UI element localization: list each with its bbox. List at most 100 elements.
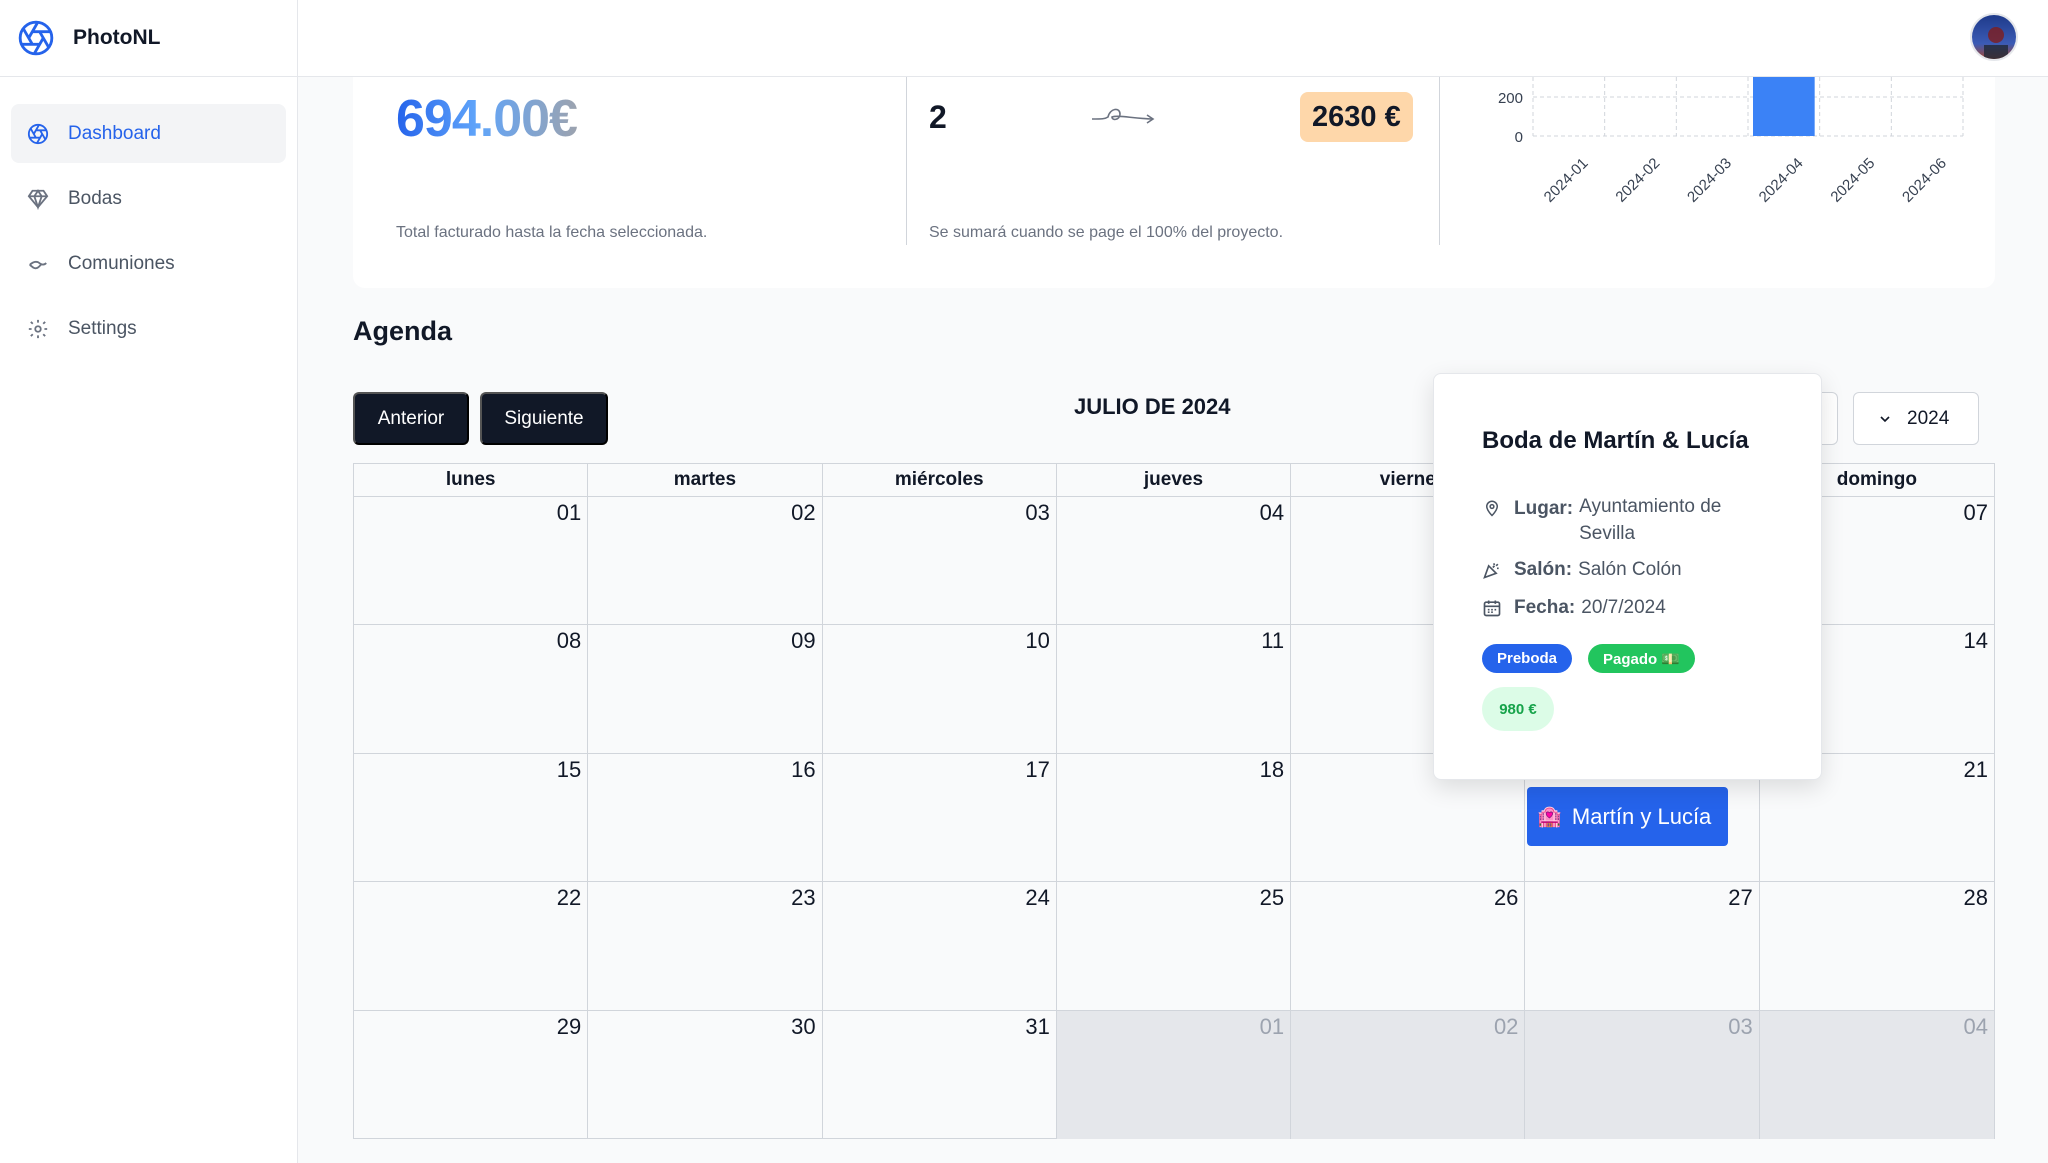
day-number: 25 (1259, 885, 1285, 911)
day-number: 24 (1025, 885, 1050, 911)
y-tick-label: 200 (1498, 90, 1523, 107)
divider (1439, 77, 1440, 245)
calendar-day[interactable]: 11 (1056, 625, 1292, 754)
day-number: 31 (1025, 1013, 1050, 1039)
y-tick-label: 0 (1515, 129, 1523, 146)
x-tick-label: 2024-05 (1827, 155, 1878, 206)
day-number: 09 (791, 628, 816, 654)
calendar-day[interactable]: 09 (588, 625, 823, 754)
calendar-day[interactable]: 04 (1056, 497, 1292, 626)
total-billed-value: 694.00€ (396, 90, 578, 148)
day-number: 26 (1493, 885, 1519, 911)
x-tick-label: 2024-02 (1612, 155, 1663, 206)
pending-caption: Se sumará cuando se page el 100% del pro… (929, 224, 1284, 241)
status-badge: Pagado 💵 (1588, 644, 1696, 673)
day-number: 23 (791, 885, 816, 911)
venue-value: Salón Colón (1578, 559, 1682, 580)
day-number: 15 (556, 756, 582, 782)
day-number: 16 (791, 756, 816, 782)
day-number: 22 (556, 885, 582, 911)
day-number: 21 (1963, 756, 1988, 782)
main-nav: Dashboard Bodas Comuniones Settings (0, 77, 297, 358)
calendar-day[interactable]: 24 (822, 882, 1057, 1011)
calendar-day[interactable]: 15 (354, 753, 589, 883)
agenda-title: Agenda (353, 316, 453, 346)
calendar-event[interactable]: 🏩 Martín y Lucía (1527, 787, 1728, 846)
avatar[interactable] (1970, 13, 2018, 61)
calendar-day[interactable]: 10 (822, 625, 1057, 754)
calendar-day-other-month[interactable]: 03 (1525, 1010, 1760, 1139)
brand[interactable]: PhotoNL (0, 0, 297, 77)
day-number: 18 (1259, 756, 1285, 782)
day-number: 28 (1963, 885, 1988, 911)
x-tick-label: 2024-04 (1756, 155, 1807, 206)
day-number: 04 (1963, 1013, 1988, 1039)
calendar-day-other-month[interactable]: 04 (1759, 1010, 1994, 1139)
calendar-day[interactable]: 16 (588, 753, 823, 883)
pending-count: 2 (929, 99, 947, 135)
calendar-day[interactable]: 22 (354, 882, 589, 1011)
next-button[interactable]: Siguiente (480, 392, 608, 445)
day-number: 01 (556, 500, 582, 525)
nav-label: Dashboard (68, 122, 161, 144)
calendar-day[interactable]: 26 (1291, 882, 1526, 1011)
day-number: 04 (1259, 500, 1285, 525)
calendar-icon (1482, 597, 1502, 619)
calendar-day[interactable]: 28 (1759, 882, 1994, 1011)
calendar-day[interactable]: 03 (822, 497, 1057, 626)
calendar-day[interactable]: 08 (354, 625, 589, 754)
pending-amount-badge: 2630 € (1300, 92, 1413, 142)
revenue-mini-chart: 200 0 2024-01 2024-02 2024-03 2024-04 2024-05 2… (1498, 77, 1964, 206)
aperture-logo-icon (18, 20, 54, 56)
nav-item-comuniones[interactable]: Comuniones (11, 234, 286, 293)
popover-venue-row: Salón: Salón Colón (1482, 559, 1682, 581)
weekday-header: martes (588, 464, 823, 496)
calendar-day[interactable]: 23 (588, 882, 823, 1011)
nav-item-dashboard[interactable]: Dashboard (11, 104, 286, 163)
day-number: 11 (1261, 628, 1285, 654)
nav-label: Comuniones (68, 252, 175, 274)
topbar (298, 0, 2048, 77)
day-number: 02 (791, 500, 816, 525)
calendar-day[interactable]: 18 (1056, 753, 1292, 883)
calendar-day[interactable]: 17 (822, 753, 1057, 883)
calendar-day[interactable]: 25 (1056, 882, 1292, 1011)
party-popper-icon (1482, 559, 1502, 581)
total-billed-caption: Total facturado hasta la fecha seleccion… (396, 224, 708, 241)
x-tick-label: 2024-06 (1899, 155, 1950, 206)
nav-label: Settings (68, 317, 137, 339)
calendar-day[interactable]: 01 (354, 497, 589, 626)
x-tick-label: 2024-03 (1684, 155, 1735, 206)
divider (906, 77, 907, 245)
calendar-day[interactable]: 02 (588, 497, 823, 626)
venue-label: Salón: (1514, 559, 1573, 580)
diamond-icon (27, 188, 49, 210)
brand-name: PhotoNL (73, 26, 161, 49)
day-number: 03 (1025, 500, 1050, 525)
calendar-day[interactable]: 30 (588, 1010, 823, 1139)
calendar-day-other-month[interactable]: 02 (1291, 1010, 1526, 1139)
day-number: 08 (556, 628, 582, 654)
event-label: Martín y Lucía (1571, 803, 1712, 829)
year-select[interactable]: 2024 (1853, 392, 1979, 445)
aperture-icon (27, 123, 49, 145)
gear-icon (27, 318, 49, 340)
love-hotel-icon: 🏩 (1537, 806, 1562, 828)
calendar-day-other-month[interactable]: 01 (1056, 1010, 1292, 1139)
day-number: 14 (1963, 628, 1988, 654)
calendar-day[interactable]: 27 (1525, 882, 1760, 1011)
nav-item-settings[interactable]: Settings (11, 299, 286, 358)
previous-button[interactable]: Anterior (353, 392, 469, 445)
bar (1753, 77, 1815, 136)
day-number: 02 (1493, 1013, 1519, 1039)
calendar-day[interactable]: 29 (354, 1010, 589, 1139)
calendar-day[interactable]: 31 (823, 1010, 1057, 1139)
nav-item-bodas[interactable]: Bodas (11, 169, 286, 228)
popover-location-row: Lugar: Ayuntamiento de Sevilla (1482, 493, 1749, 547)
weekday-header: lunes (354, 464, 589, 496)
chevron-down-icon (1880, 415, 1890, 422)
handshake-icon (27, 253, 49, 275)
date-label: Fecha: (1514, 597, 1576, 618)
day-number: 01 (1259, 1013, 1285, 1039)
amount-badge: 980 € (1482, 687, 1554, 731)
